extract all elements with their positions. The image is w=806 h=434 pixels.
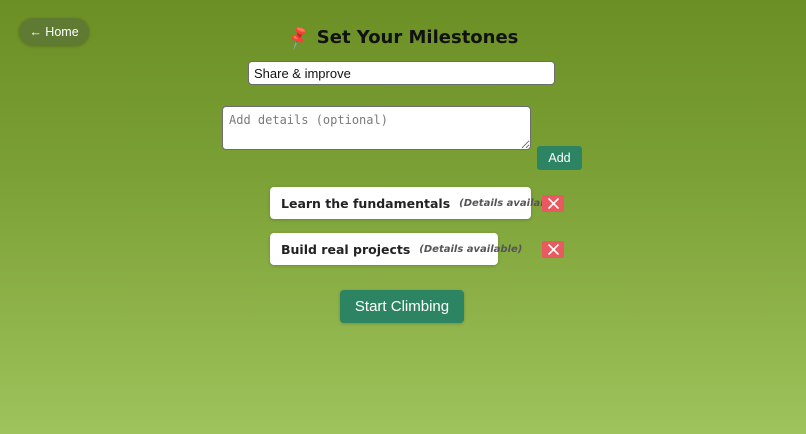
- milestone-title: Learn the fundamentals: [281, 195, 451, 211]
- add-milestone-button[interactable]: Add: [537, 146, 582, 170]
- milestone-details-input[interactable]: [222, 106, 531, 150]
- pushpin-icon: 📌: [284, 24, 312, 52]
- milestone-item[interactable]: Learn the fundamentals (Details availabl…: [270, 187, 562, 219]
- milestone-title-input[interactable]: [248, 61, 555, 85]
- delete-milestone-button[interactable]: [542, 195, 564, 212]
- page-title-text: Set Your Milestones: [316, 27, 519, 48]
- milestone-title: Build real projects: [281, 241, 411, 257]
- milestone-details-note: (Details available): [419, 243, 523, 255]
- page-title: 📌 Set Your Milestones: [0, 24, 806, 52]
- start-climbing-button[interactable]: Start Climbing: [340, 290, 464, 323]
- delete-milestone-button[interactable]: [542, 241, 564, 258]
- milestone-item[interactable]: Build real projects (Details available): [270, 233, 522, 265]
- close-icon: [547, 244, 559, 255]
- close-icon: [547, 198, 559, 209]
